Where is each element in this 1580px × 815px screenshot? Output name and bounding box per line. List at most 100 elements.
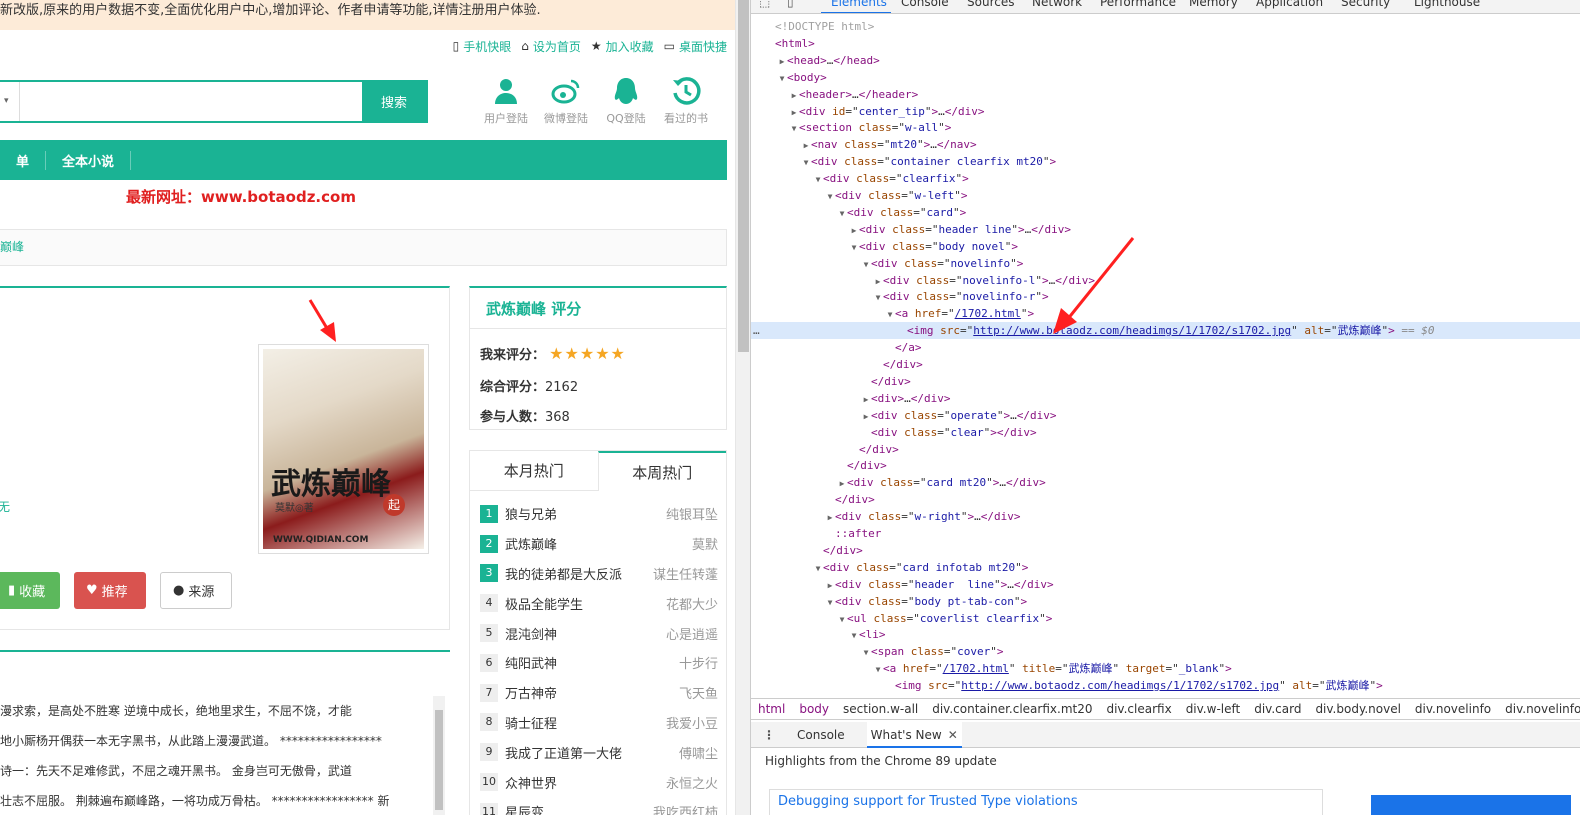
expand-toggle-icon[interactable]: ▼ bbox=[849, 627, 859, 644]
dom-node[interactable]: ▶ <div id="center_tip">…</div> bbox=[751, 103, 1580, 120]
expand-toggle-icon[interactable]: ▼ bbox=[813, 560, 823, 577]
expand-toggle-icon[interactable]: ▼ bbox=[885, 306, 895, 323]
dom-breadcrumb-item[interactable]: div.card bbox=[1254, 702, 1301, 716]
breadcrumb-current[interactable]: 巅峰 bbox=[0, 240, 24, 254]
dom-node[interactable]: ▶ <div class="card mt20">…</div> bbox=[751, 474, 1580, 491]
weibo-login-link[interactable]: 微博登陆 bbox=[536, 76, 596, 126]
dom-node-selected[interactable]: <img src="http://www.botaodz.com/headimg… bbox=[751, 322, 1580, 340]
tab-performance[interactable]: Performance bbox=[1100, 0, 1176, 9]
dom-node[interactable]: </div> bbox=[751, 441, 1580, 458]
dom-node[interactable]: ▼ <a href="/1702.html" title="武炼巅峰" targe… bbox=[751, 660, 1580, 677]
dom-node[interactable]: </div> bbox=[751, 457, 1580, 474]
top-link-desktop[interactable]: ▭ 桌面快捷 bbox=[664, 36, 727, 56]
dom-breadcrumb-item[interactable]: html bbox=[758, 702, 785, 716]
hot-list-item[interactable]: 4 极品全能学生 花都大少 bbox=[480, 588, 718, 618]
hot-book-author[interactable]: 十步行 bbox=[679, 653, 718, 672]
dom-breadcrumb-item[interactable]: div.w-left bbox=[1186, 702, 1241, 716]
expand-toggle-icon[interactable]: ▶ bbox=[789, 87, 799, 104]
top-link-favorite[interactable]: ★ 加入收藏 bbox=[591, 36, 654, 56]
hot-list-item[interactable]: 5 混沌剑神 心是逍遥 bbox=[480, 618, 718, 648]
hot-list-item[interactable]: 10 众神世界 永恒之火 bbox=[480, 767, 718, 797]
dom-node[interactable]: </a> bbox=[751, 339, 1580, 356]
hot-book-title[interactable]: 万古神帝 bbox=[505, 683, 679, 702]
hot-list-item[interactable]: 7 万古神帝 飞天鱼 bbox=[480, 678, 718, 708]
hot-book-title[interactable]: 骑士征程 bbox=[505, 713, 666, 732]
dom-node[interactable]: </div> bbox=[751, 373, 1580, 390]
hot-book-author[interactable]: 我吃西红柿 bbox=[653, 802, 718, 815]
hot-book-title[interactable]: 众神世界 bbox=[505, 773, 666, 792]
dom-breadcrumb-item[interactable]: div.novelinfo-r bbox=[1505, 702, 1580, 716]
hot-book-author[interactable]: 我爱小豆 bbox=[666, 713, 718, 732]
hot-list-item[interactable]: 6 纯阳武神 十步行 bbox=[480, 648, 718, 678]
dom-node[interactable]: ▶ <head>…</head> bbox=[751, 52, 1580, 69]
intro-scrollbar[interactable] bbox=[433, 696, 445, 815]
qq-login-link[interactable]: QQ登陆 bbox=[596, 76, 656, 126]
dom-node[interactable]: <html> bbox=[751, 35, 1580, 52]
expand-toggle-icon[interactable]: ▼ bbox=[873, 661, 883, 678]
dom-breadcrumb-item[interactable]: div.novelinfo bbox=[1415, 702, 1491, 716]
hot-book-author[interactable]: 心是逍遥 bbox=[666, 624, 718, 643]
expand-toggle-icon[interactable]: ▶ bbox=[849, 222, 859, 239]
page-scrollbar-thumb[interactable] bbox=[738, 0, 749, 352]
dom-node[interactable]: ▶ <div>…</div> bbox=[751, 390, 1580, 407]
dom-node[interactable]: ::after bbox=[751, 525, 1580, 542]
search-input[interactable] bbox=[20, 82, 362, 121]
source-button[interactable]: ● 来源 bbox=[160, 572, 232, 609]
expand-toggle-icon[interactable]: ▼ bbox=[861, 256, 871, 273]
book-cover[interactable]: 武炼巅峰 莫默◎著 起 WWW.QIDIAN.COM bbox=[258, 344, 429, 554]
hot-list-item[interactable]: 8 骑士征程 我爱小豆 bbox=[480, 708, 718, 738]
dom-breadcrumb-item[interactable]: body bbox=[799, 702, 829, 716]
hot-book-author[interactable]: 莫默 bbox=[692, 534, 718, 553]
tab-lighthouse[interactable]: Lighthouse bbox=[1414, 0, 1480, 9]
rating-stars[interactable]: ★★★★★ bbox=[549, 344, 626, 363]
dom-node[interactable]: ▼ <div class="novelinfo"> bbox=[751, 255, 1580, 272]
dom-node[interactable]: <img src="http://www.botaodz.com/headimg… bbox=[751, 677, 1580, 693]
dom-breadcrumb-item[interactable]: div.clearfix bbox=[1106, 702, 1171, 716]
tab-application[interactable]: Application bbox=[1256, 0, 1323, 9]
dom-node[interactable]: ▶ <nav class="mt20">…</nav> bbox=[751, 136, 1580, 153]
collect-button[interactable]: ▮ 收藏 bbox=[0, 572, 60, 609]
expand-toggle-icon[interactable]: ▶ bbox=[789, 104, 799, 121]
dom-node[interactable]: ▼ <span class="cover"> bbox=[751, 643, 1580, 660]
dom-node[interactable]: ▼ <div class="container clearfix mt20"> bbox=[751, 153, 1580, 170]
expand-toggle-icon[interactable]: ▼ bbox=[777, 70, 787, 87]
intro-scrollbar-thumb[interactable] bbox=[435, 710, 443, 810]
whats-new-item-link[interactable]: Debugging support for Trusted Type viola… bbox=[769, 789, 1323, 815]
tab-elements[interactable]: Elements bbox=[831, 0, 887, 9]
search-type-select[interactable]: ▾ bbox=[0, 82, 20, 121]
expand-toggle-icon[interactable]: ▼ bbox=[801, 154, 811, 171]
dom-node[interactable]: ▼ <div class="w-left"> bbox=[751, 187, 1580, 204]
recommend-button[interactable]: ♥ 推荐 bbox=[74, 572, 146, 609]
tab-console[interactable]: Console bbox=[901, 0, 949, 9]
hot-list-item[interactable]: 9 我成了正道第一大佬 傅啸尘 bbox=[480, 737, 718, 767]
expand-toggle-icon[interactable]: ▶ bbox=[801, 137, 811, 154]
expand-toggle-icon[interactable]: ▶ bbox=[777, 53, 787, 70]
search-button[interactable]: 搜索 bbox=[362, 82, 426, 121]
hot-book-title[interactable]: 极品全能学生 bbox=[505, 594, 666, 613]
device-toolbar-icon[interactable]: ▯ bbox=[787, 0, 794, 9]
tab-network[interactable]: Network bbox=[1032, 0, 1082, 9]
expand-toggle-icon[interactable]: ▶ bbox=[825, 509, 835, 526]
top-link-mobile[interactable]: ▯ 手机快眼 bbox=[453, 36, 512, 56]
expand-toggle-icon[interactable]: ▼ bbox=[825, 594, 835, 611]
hot-list-item[interactable]: 1 狼与兄弟 纯银耳坠 bbox=[480, 499, 718, 529]
dom-node[interactable]: ▼ <ul class="coverlist clearfix"> bbox=[751, 610, 1580, 627]
expand-toggle-icon[interactable]: ▼ bbox=[849, 239, 859, 256]
dom-breadcrumb-item[interactable]: section.w-all bbox=[843, 702, 918, 716]
expand-toggle-icon[interactable]: ▼ bbox=[813, 171, 823, 188]
dom-node[interactable]: ▼ <div class="body novel"> bbox=[751, 238, 1580, 255]
expand-toggle-icon[interactable]: ▼ bbox=[825, 188, 835, 205]
hot-list-item[interactable]: 11 星辰变 我吃西红柿 bbox=[480, 797, 718, 815]
hot-book-title[interactable]: 星辰变 bbox=[505, 802, 653, 815]
tab-monthly-hot[interactable]: 本月热门 bbox=[470, 451, 598, 491]
history-link[interactable]: 看过的书 bbox=[656, 76, 716, 126]
whats-new-video-thumbnail[interactable] bbox=[1371, 795, 1571, 815]
hot-book-author[interactable]: 纯银耳坠 bbox=[666, 504, 718, 523]
expand-toggle-icon[interactable]: ▶ bbox=[837, 475, 847, 492]
hot-book-title[interactable]: 武炼巅峰 bbox=[505, 534, 692, 553]
dom-node[interactable]: ▼ <div class="body pt-tab-con"> bbox=[751, 593, 1580, 610]
dom-node[interactable]: ▼ <body> bbox=[751, 69, 1580, 86]
truncated-link[interactable]: 无 bbox=[0, 498, 10, 515]
hot-book-author[interactable]: 飞天鱼 bbox=[679, 683, 718, 702]
dom-node[interactable]: ▶ <div class="w-right">…</div> bbox=[751, 508, 1580, 525]
